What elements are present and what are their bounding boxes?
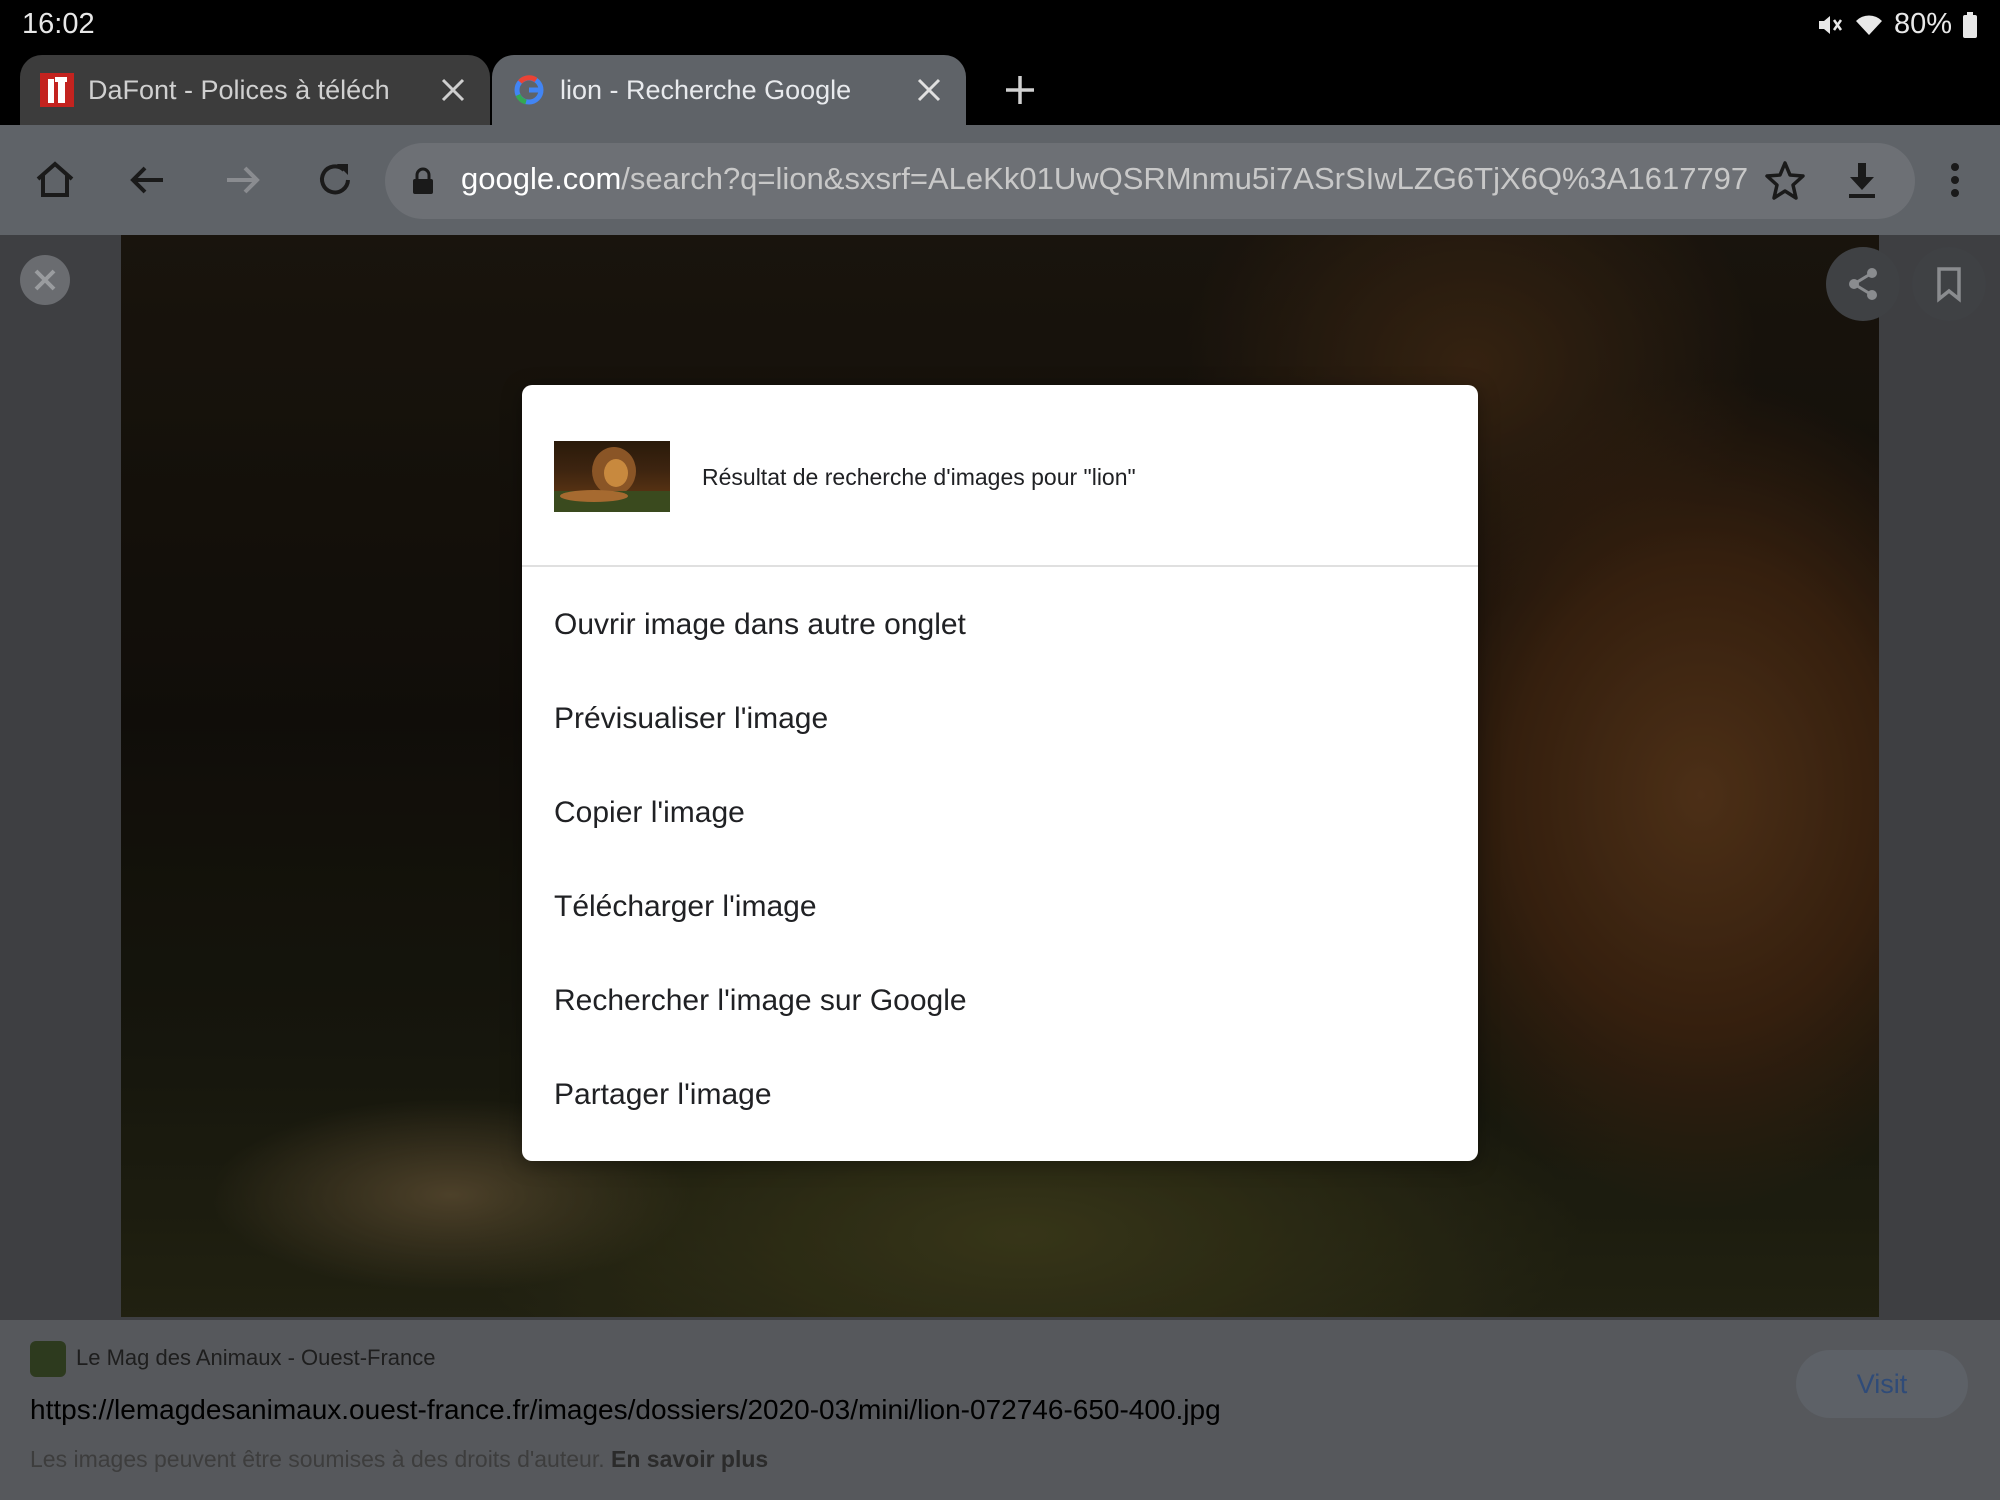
save-bookmark-icon[interactable] bbox=[1912, 247, 1986, 321]
dafont-favicon-icon bbox=[40, 73, 74, 107]
wifi-icon bbox=[1854, 10, 1884, 40]
context-menu-header: Résultat de recherche d'images pour "lio… bbox=[522, 385, 1478, 567]
menu-item-search-image-google[interactable]: Rechercher l'image sur Google bbox=[522, 954, 1478, 1048]
close-tab-icon[interactable] bbox=[438, 75, 468, 105]
tab-title: DaFont - Polices à télécharg bbox=[88, 74, 388, 105]
tab-strip: DaFont - Polices à télécharg lion - Rech… bbox=[0, 50, 2000, 125]
battery-level: 80% bbox=[1893, 8, 1952, 40]
share-icon[interactable] bbox=[1826, 247, 1900, 321]
learn-more-link[interactable]: En savoir plus bbox=[611, 1446, 768, 1472]
status-time: 16:02 bbox=[22, 8, 95, 40]
google-favicon-icon bbox=[512, 73, 546, 107]
url-text[interactable]: google.com/search?q=lion&sxsrf=ALeKk01Uw… bbox=[461, 161, 1821, 197]
tab-title: lion - Recherche Google bbox=[560, 74, 852, 105]
tab-dafont[interactable]: DaFont - Polices à télécharg bbox=[20, 55, 490, 125]
image-thumbnail bbox=[554, 441, 670, 512]
menu-item-share-image[interactable]: Partager l'image bbox=[522, 1048, 1478, 1142]
source-name[interactable]: Le Mag des Animaux - Ouest-France bbox=[76, 1345, 436, 1371]
download-icon[interactable] bbox=[1837, 155, 1887, 205]
menu-item-copy-image[interactable]: Copier l'image bbox=[522, 766, 1478, 860]
forward-icon[interactable] bbox=[217, 155, 267, 205]
back-icon[interactable] bbox=[123, 155, 173, 205]
mute-icon bbox=[1814, 10, 1844, 40]
close-tab-icon[interactable] bbox=[914, 75, 944, 105]
context-menu-list: Ouvrir image dans autre onglet Prévisual… bbox=[522, 565, 1478, 1142]
menu-item-download-image[interactable]: Télécharger l'image bbox=[522, 860, 1478, 954]
copyright-text: Les images peuvent être soumises à des d… bbox=[30, 1446, 605, 1472]
source-site-icon bbox=[30, 1341, 66, 1377]
menu-item-preview-image[interactable]: Prévisualiser l'image bbox=[522, 672, 1478, 766]
battery-icon bbox=[1962, 11, 1978, 39]
reload-icon[interactable] bbox=[310, 155, 360, 205]
browser-toolbar: google.com/search?q=lion&sxsrf=ALeKk01Uw… bbox=[0, 125, 2000, 235]
home-icon[interactable] bbox=[30, 155, 80, 205]
tab-google-search[interactable]: lion - Recherche Google bbox=[492, 55, 966, 125]
status-bar: 16:02 80% bbox=[0, 0, 2000, 50]
more-menu-icon[interactable] bbox=[1930, 155, 1980, 205]
menu-item-open-in-new-tab[interactable]: Ouvrir image dans autre onglet bbox=[522, 578, 1478, 672]
copyright-notice: Les images peuvent être soumises à des d… bbox=[30, 1446, 768, 1473]
context-menu-title: Résultat de recherche d'images pour "lio… bbox=[702, 464, 1136, 490]
url-path: /search?q=lion&sxsrf=ALeKk01UwQSRMnmu5i7… bbox=[621, 161, 1749, 196]
lock-icon[interactable] bbox=[407, 165, 439, 197]
bookmark-star-icon[interactable] bbox=[1760, 155, 1810, 205]
visit-button[interactable]: Visit bbox=[1796, 1350, 1968, 1418]
address-bar[interactable]: google.com/search?q=lion&sxsrf=ALeKk01Uw… bbox=[385, 143, 1915, 219]
image-context-menu: Résultat de recherche d'images pour "lio… bbox=[522, 385, 1478, 1161]
url-host: google.com bbox=[461, 161, 622, 196]
image-info-panel: Le Mag des Animaux - Ouest-France https:… bbox=[0, 1320, 2000, 1500]
close-viewer-icon[interactable] bbox=[20, 255, 70, 305]
new-tab-icon[interactable] bbox=[1000, 70, 1040, 110]
image-url[interactable]: https://lemagdesanimaux.ouest-france.fr/… bbox=[30, 1394, 1221, 1426]
